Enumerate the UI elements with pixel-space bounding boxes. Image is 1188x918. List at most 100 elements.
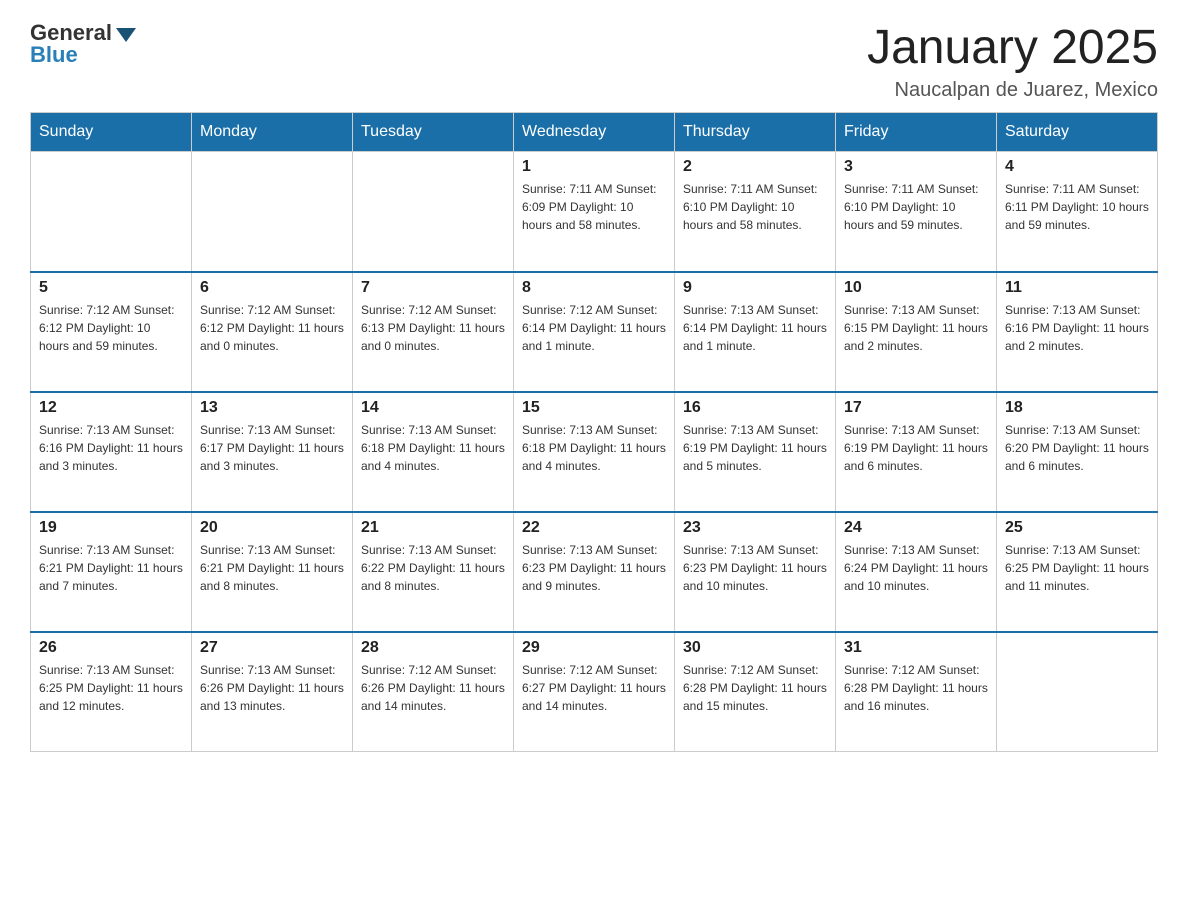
day-info: Sunrise: 7:12 AM Sunset: 6:13 PM Dayligh… — [361, 301, 505, 355]
day-number: 12 — [39, 399, 183, 417]
day-info: Sunrise: 7:13 AM Sunset: 6:18 PM Dayligh… — [522, 421, 666, 475]
calendar-cell: 13 Sunrise: 7:13 AM Sunset: 6:17 PM Dayli… — [192, 392, 353, 512]
day-info: Sunrise: 7:12 AM Sunset: 6:26 PM Dayligh… — [361, 661, 505, 715]
calendar-cell: 24Sunrise: 7:13 AM Sunset: 6:24 PM Dayli… — [836, 512, 997, 632]
calendar-cell: 31 Sunrise: 7:12 AM Sunset: 6:28 PM Dayli… — [836, 632, 997, 752]
title-section: January 2025 Naucalpan de Juarez, Mexico — [867, 20, 1158, 102]
calendar-week-row: 1 Sunrise: 7:11 AM Sunset: 6:09 PM Daylig… — [31, 152, 1158, 272]
calendar-cell: 2Sunrise: 7:11 AM Sunset: 6:10 PM Daylig… — [675, 152, 836, 272]
calendar-cell: 20 Sunrise: 7:13 AM Sunset: 6:21 PM Dayli… — [192, 512, 353, 632]
calendar-cell — [31, 152, 192, 272]
day-info: Sunrise: 7:13 AM Sunset: 6:18 PM Dayligh… — [361, 421, 505, 475]
calendar-cell — [353, 152, 514, 272]
day-info: Sunrise: 7:13 AM Sunset: 6:25 PM Dayligh… — [1005, 541, 1149, 595]
calendar-cell: 16 Sunrise: 7:13 AM Sunset: 6:19 PM Dayli… — [675, 392, 836, 512]
day-number: 26 — [39, 639, 183, 657]
calendar-cell: 4Sunrise: 7:11 AM Sunset: 6:11 PM Daylig… — [997, 152, 1158, 272]
day-info: Sunrise: 7:12 AM Sunset: 6:12 PM Dayligh… — [39, 301, 183, 355]
day-info: Sunrise: 7:13 AM Sunset: 6:19 PM Dayligh… — [683, 421, 827, 475]
day-info: Sunrise: 7:13 AM Sunset: 6:19 PM Dayligh… — [844, 421, 988, 475]
day-number: 24 — [844, 519, 988, 537]
day-number: 6 — [200, 279, 344, 297]
day-number: 18 — [1005, 399, 1149, 417]
day-number: 5 — [39, 279, 183, 297]
day-info: Sunrise: 7:11 AM Sunset: 6:09 PM Dayligh… — [522, 180, 666, 234]
day-of-week-header: Tuesday — [353, 113, 514, 152]
calendar-cell: 21Sunrise: 7:13 AM Sunset: 6:22 PM Dayli… — [353, 512, 514, 632]
calendar-cell: 6 Sunrise: 7:12 AM Sunset: 6:12 PM Daylig… — [192, 272, 353, 392]
logo-arrow-icon — [116, 28, 136, 42]
day-number: 28 — [361, 639, 505, 657]
day-info: Sunrise: 7:12 AM Sunset: 6:14 PM Dayligh… — [522, 301, 666, 355]
day-number: 15 — [522, 399, 666, 417]
calendar-cell: 18Sunrise: 7:13 AM Sunset: 6:20 PM Dayli… — [997, 392, 1158, 512]
day-number: 7 — [361, 279, 505, 297]
day-number: 22 — [522, 519, 666, 537]
day-info: Sunrise: 7:13 AM Sunset: 6:15 PM Dayligh… — [844, 301, 988, 355]
calendar-header-row: SundayMondayTuesdayWednesdayThursdayFrid… — [31, 113, 1158, 152]
calendar-cell: 28 Sunrise: 7:12 AM Sunset: 6:26 PM Dayli… — [353, 632, 514, 752]
day-number: 19 — [39, 519, 183, 537]
calendar-cell: 26 Sunrise: 7:13 AM Sunset: 6:25 PM Dayli… — [31, 632, 192, 752]
day-of-week-header: Friday — [836, 113, 997, 152]
calendar-cell — [192, 152, 353, 272]
day-number: 20 — [200, 519, 344, 537]
day-info: Sunrise: 7:12 AM Sunset: 6:27 PM Dayligh… — [522, 661, 666, 715]
day-info: Sunrise: 7:13 AM Sunset: 6:26 PM Dayligh… — [200, 661, 344, 715]
day-info: Sunrise: 7:13 AM Sunset: 6:23 PM Dayligh… — [522, 541, 666, 595]
day-of-week-header: Monday — [192, 113, 353, 152]
calendar-cell: 3Sunrise: 7:11 AM Sunset: 6:10 PM Daylig… — [836, 152, 997, 272]
calendar-cell: 30 Sunrise: 7:12 AM Sunset: 6:28 PM Dayli… — [675, 632, 836, 752]
day-number: 25 — [1005, 519, 1149, 537]
day-info: Sunrise: 7:11 AM Sunset: 6:11 PM Dayligh… — [1005, 180, 1149, 234]
day-info: Sunrise: 7:13 AM Sunset: 6:16 PM Dayligh… — [39, 421, 183, 475]
logo: General Blue — [30, 20, 136, 68]
day-info: Sunrise: 7:12 AM Sunset: 6:28 PM Dayligh… — [844, 661, 988, 715]
day-of-week-header: Thursday — [675, 113, 836, 152]
day-number: 17 — [844, 399, 988, 417]
page-header: General Blue January 2025 Naucalpan de J… — [30, 20, 1158, 102]
calendar-cell: 15 Sunrise: 7:13 AM Sunset: 6:18 PM Dayli… — [514, 392, 675, 512]
day-number: 27 — [200, 639, 344, 657]
calendar-cell: 29 Sunrise: 7:12 AM Sunset: 6:27 PM Dayli… — [514, 632, 675, 752]
calendar-cell: 27 Sunrise: 7:13 AM Sunset: 6:26 PM Dayli… — [192, 632, 353, 752]
calendar-week-row: 5 Sunrise: 7:12 AM Sunset: 6:12 PM Daylig… — [31, 272, 1158, 392]
day-info: Sunrise: 7:13 AM Sunset: 6:25 PM Dayligh… — [39, 661, 183, 715]
day-info: Sunrise: 7:13 AM Sunset: 6:23 PM Dayligh… — [683, 541, 827, 595]
day-info: Sunrise: 7:13 AM Sunset: 6:16 PM Dayligh… — [1005, 301, 1149, 355]
day-number: 1 — [522, 158, 666, 176]
calendar-subtitle: Naucalpan de Juarez, Mexico — [867, 79, 1158, 102]
logo-blue-text: Blue — [30, 42, 78, 68]
day-of-week-header: Sunday — [31, 113, 192, 152]
calendar-cell: 12 Sunrise: 7:13 AM Sunset: 6:16 PM Dayli… — [31, 392, 192, 512]
calendar-cell: 7 Sunrise: 7:12 AM Sunset: 6:13 PM Daylig… — [353, 272, 514, 392]
calendar-week-row: 26 Sunrise: 7:13 AM Sunset: 6:25 PM Dayli… — [31, 632, 1158, 752]
day-number: 31 — [844, 639, 988, 657]
calendar-week-row: 19 Sunrise: 7:13 AM Sunset: 6:21 PM Dayli… — [31, 512, 1158, 632]
day-number: 2 — [683, 158, 827, 176]
day-number: 30 — [683, 639, 827, 657]
calendar-week-row: 12 Sunrise: 7:13 AM Sunset: 6:16 PM Dayli… — [31, 392, 1158, 512]
day-number: 3 — [844, 158, 988, 176]
calendar-cell: 5 Sunrise: 7:12 AM Sunset: 6:12 PM Daylig… — [31, 272, 192, 392]
calendar-cell: 9Sunrise: 7:13 AM Sunset: 6:14 PM Daylig… — [675, 272, 836, 392]
calendar-cell: 11 Sunrise: 7:13 AM Sunset: 6:16 PM Dayli… — [997, 272, 1158, 392]
day-number: 10 — [844, 279, 988, 297]
day-info: Sunrise: 7:12 AM Sunset: 6:28 PM Dayligh… — [683, 661, 827, 715]
calendar-cell: 25 Sunrise: 7:13 AM Sunset: 6:25 PM Dayli… — [997, 512, 1158, 632]
day-info: Sunrise: 7:13 AM Sunset: 6:21 PM Dayligh… — [200, 541, 344, 595]
calendar-table: SundayMondayTuesdayWednesdayThursdayFrid… — [30, 112, 1158, 752]
day-number: 11 — [1005, 279, 1149, 297]
calendar-cell: 8Sunrise: 7:12 AM Sunset: 6:14 PM Daylig… — [514, 272, 675, 392]
day-info: Sunrise: 7:12 AM Sunset: 6:12 PM Dayligh… — [200, 301, 344, 355]
day-info: Sunrise: 7:13 AM Sunset: 6:21 PM Dayligh… — [39, 541, 183, 595]
day-info: Sunrise: 7:13 AM Sunset: 6:17 PM Dayligh… — [200, 421, 344, 475]
day-number: 16 — [683, 399, 827, 417]
calendar-cell: 17 Sunrise: 7:13 AM Sunset: 6:19 PM Dayli… — [836, 392, 997, 512]
day-number: 29 — [522, 639, 666, 657]
calendar-cell: 23Sunrise: 7:13 AM Sunset: 6:23 PM Dayli… — [675, 512, 836, 632]
day-number: 13 — [200, 399, 344, 417]
calendar-cell: 22 Sunrise: 7:13 AM Sunset: 6:23 PM Dayli… — [514, 512, 675, 632]
day-number: 14 — [361, 399, 505, 417]
day-number: 9 — [683, 279, 827, 297]
